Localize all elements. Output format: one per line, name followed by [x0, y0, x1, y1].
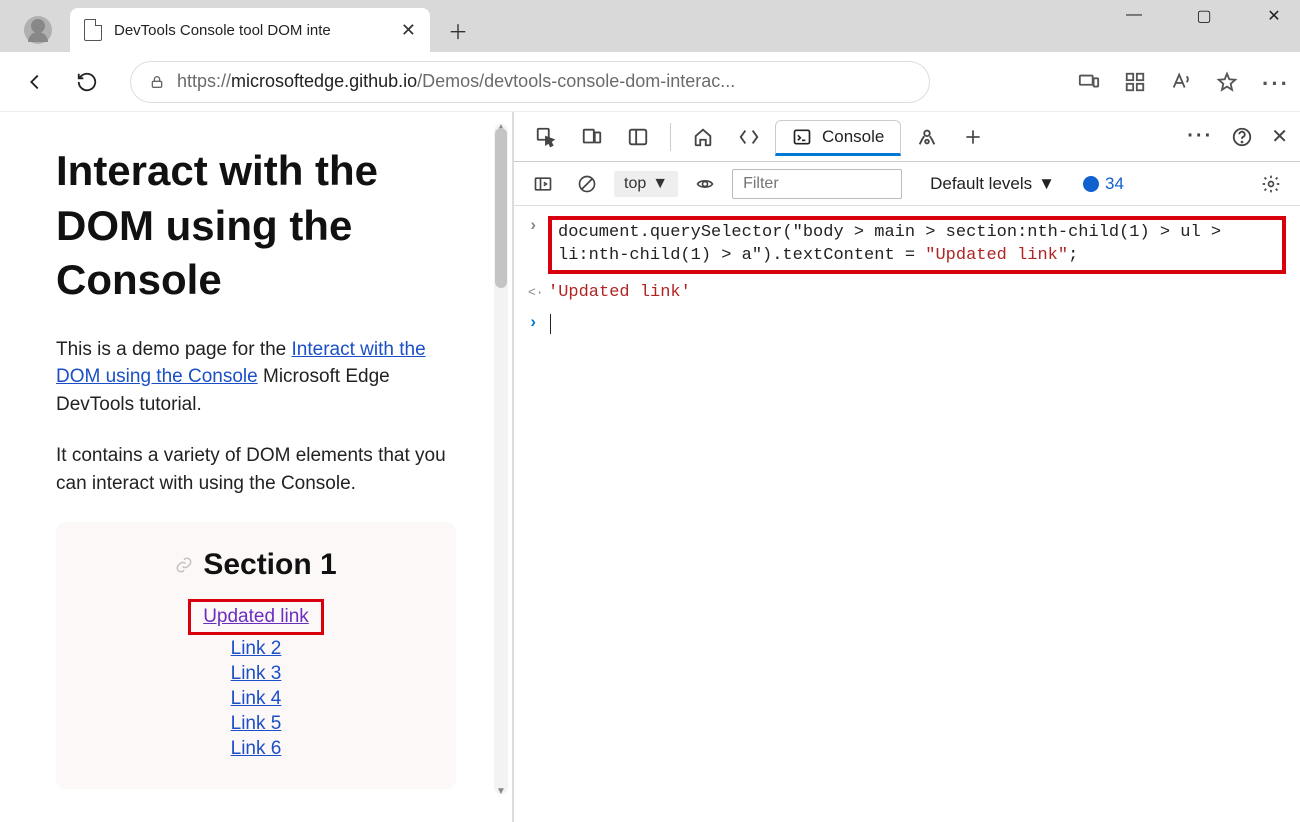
highlighted-code: document.querySelector("body > main > se… — [548, 216, 1286, 274]
scroll-down-icon[interactable]: ▼ — [496, 786, 506, 796]
page-scrollbar[interactable]: ▲ ▼ — [494, 124, 508, 794]
console-input-row: › document.querySelector("body > main > … — [528, 216, 1286, 274]
section-title-text: Section 1 — [203, 548, 336, 582]
devtools-panel: Console ··· ✕ top ▼ Default levels ▼ — [512, 112, 1300, 822]
page-icon — [84, 19, 102, 41]
sources-tab-icon[interactable] — [907, 119, 947, 155]
window-controls: ― ▢ ✕ — [1114, 6, 1294, 26]
code-semicolon: ; — [1068, 246, 1078, 265]
intro-paragraph-1: This is a demo page for the Interact wit… — [56, 336, 456, 419]
chevron-down-icon: ▼ — [652, 175, 668, 193]
add-tab-icon[interactable] — [953, 119, 993, 155]
url-path: /Demos/devtools-console-dom-interac... — [417, 71, 735, 91]
devtools-tabbar: Console ··· ✕ — [514, 112, 1300, 162]
console-result-row: <· 'Updated link' — [528, 282, 1286, 305]
new-tab-button[interactable]: ＋ — [440, 12, 476, 48]
text-cursor — [550, 314, 551, 334]
link-4[interactable]: Link 4 — [231, 688, 282, 709]
content-area: Interact with the DOM using the Console … — [0, 112, 1300, 822]
webpage: Interact with the DOM using the Console … — [0, 112, 512, 822]
devices-icon[interactable] — [1078, 71, 1100, 93]
scroll-thumb[interactable] — [495, 128, 507, 288]
list-item: Link 2 — [86, 638, 426, 660]
log-levels-dropdown[interactable]: Default levels ▼ — [930, 174, 1055, 194]
intro-paragraph-2: It contains a variety of DOM elements th… — [56, 442, 456, 497]
clear-console-icon[interactable] — [570, 169, 604, 199]
console-settings-icon[interactable] — [1254, 169, 1288, 199]
page-title: Interact with the DOM using the Console — [56, 144, 456, 308]
close-window-button[interactable]: ✕ — [1254, 6, 1294, 26]
url-text: https://microsoftedge.github.io/Demos/de… — [177, 71, 735, 92]
apps-icon[interactable] — [1124, 71, 1146, 93]
list-item: Link 3 — [86, 663, 426, 685]
link-5[interactable]: Link 5 — [231, 713, 282, 734]
maximize-button[interactable]: ▢ — [1184, 6, 1224, 26]
dock-icon[interactable] — [618, 119, 658, 155]
console-prompt[interactable]: › — [528, 313, 1286, 336]
link-icon — [175, 556, 193, 574]
more-tools-icon[interactable]: ··· — [1187, 125, 1213, 148]
device-emulation-icon[interactable] — [572, 119, 612, 155]
inspect-icon[interactable] — [526, 119, 566, 155]
execution-context[interactable]: top ▼ — [614, 171, 678, 197]
chevron-down-icon: ▼ — [1038, 174, 1055, 194]
welcome-tab-icon[interactable] — [683, 119, 723, 155]
window-titlebar: DevTools Console tool DOM inte ✕ ＋ ― ▢ ✕ — [0, 0, 1300, 52]
list-item: Link 6 — [86, 738, 426, 760]
list-item: Updated link — [86, 599, 426, 635]
prompt-icon: › — [528, 313, 542, 336]
elements-tab-icon[interactable] — [729, 119, 769, 155]
console-icon — [792, 127, 812, 147]
link-2[interactable]: Link 2 — [231, 638, 282, 659]
url-protocol: https:// — [177, 71, 231, 91]
filter-input[interactable] — [732, 169, 902, 199]
back-button[interactable] — [16, 63, 54, 101]
section-heading: Section 1 — [175, 548, 336, 582]
list-item: Link 5 — [86, 713, 426, 735]
tab-title: DevTools Console tool DOM inte — [114, 22, 393, 39]
code-line-2a: li:nth-child(1) > a").textContent = — [558, 246, 925, 265]
browser-toolbar: https://microsoftedge.github.io/Demos/de… — [0, 52, 1300, 112]
more-icon[interactable]: ··· — [1262, 71, 1284, 93]
result-text: 'Updated link' — [548, 282, 691, 305]
console-output[interactable]: › document.querySelector("body > main > … — [514, 206, 1300, 346]
context-label: top — [624, 175, 646, 193]
intro-text: This is a demo page for the — [56, 339, 292, 360]
read-aloud-icon[interactable] — [1170, 71, 1192, 93]
console-toolbar: top ▼ Default levels ▼ 34 — [514, 162, 1300, 206]
help-icon[interactable] — [1231, 126, 1253, 148]
close-tab-icon[interactable]: ✕ — [401, 20, 416, 41]
list-item: Link 4 — [86, 688, 426, 710]
console-tab[interactable]: Console — [775, 120, 901, 156]
minimize-button[interactable]: ― — [1114, 6, 1154, 26]
browser-tab[interactable]: DevTools Console tool DOM inte ✕ — [70, 8, 430, 52]
levels-label: Default levels — [930, 174, 1032, 194]
close-devtools-icon[interactable]: ✕ — [1271, 124, 1288, 149]
profile-avatar[interactable] — [24, 16, 52, 44]
refresh-button[interactable] — [68, 63, 106, 101]
toolbar-right: ··· — [1078, 71, 1284, 93]
link-updated[interactable]: Updated link — [188, 599, 324, 635]
address-bar[interactable]: https://microsoftedge.github.io/Demos/de… — [130, 61, 930, 103]
toggle-sidebar-icon[interactable] — [526, 169, 560, 199]
url-host: microsoftedge.github.io — [231, 71, 417, 91]
live-expression-icon[interactable] — [688, 169, 722, 199]
issues-counter[interactable]: 34 — [1083, 174, 1124, 194]
lock-icon — [149, 74, 165, 90]
console-tab-label: Console — [822, 127, 884, 147]
code-string: "Updated link" — [925, 246, 1068, 265]
output-icon: <· — [528, 282, 542, 302]
favorite-icon[interactable] — [1216, 71, 1238, 93]
input-prompt-icon: › — [528, 216, 542, 239]
code-line-1: document.querySelector("body > main > se… — [558, 223, 1221, 242]
links-list: Updated link Link 2 Link 3 Link 4 Link 5… — [86, 599, 426, 760]
link-3[interactable]: Link 3 — [231, 663, 282, 684]
section-1: Section 1 Updated link Link 2 Link 3 Lin… — [56, 522, 456, 789]
issues-dot-icon — [1083, 176, 1099, 192]
link-6[interactable]: Link 6 — [231, 738, 282, 759]
issues-count: 34 — [1105, 174, 1124, 194]
separator — [670, 123, 671, 151]
